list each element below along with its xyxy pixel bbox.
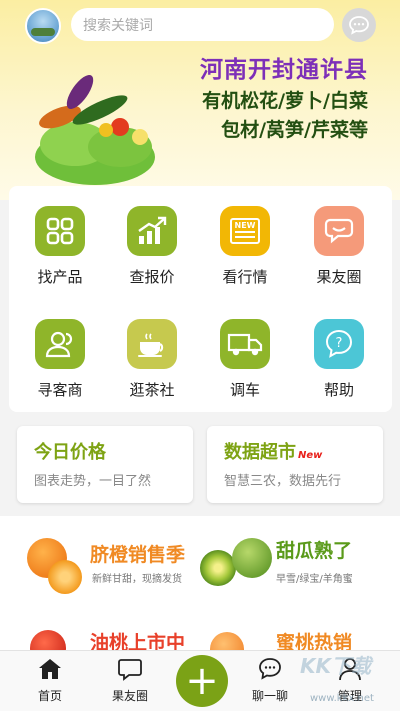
- data-market-title: 数据超市: [224, 442, 296, 463]
- chat-icon: [118, 659, 142, 681]
- grid-label: 看行情: [222, 268, 268, 286]
- watermark-url: www.kkx.net: [310, 693, 374, 704]
- new-badge: New: [298, 450, 323, 461]
- message-icon: [259, 658, 281, 680]
- grid-item-check-prices[interactable]: 查报价: [112, 206, 192, 287]
- chart-icon: [127, 206, 177, 256]
- grid-item-tea-house[interactable]: 逛茶社: [112, 319, 192, 400]
- search-input[interactable]: 搜索关键词: [71, 8, 334, 41]
- nav-chat[interactable]: 聊一聊: [240, 657, 300, 704]
- nav-home[interactable]: 首页: [20, 657, 80, 704]
- today-price-card[interactable]: 今日价格 图表走势，一目了然: [17, 426, 193, 503]
- nectarine-image: [30, 630, 66, 650]
- grid-item-find-products[interactable]: 找产品: [20, 206, 100, 287]
- melon-slice-image: [200, 550, 236, 586]
- promo-subtitle: 早雪/绿宝/羊角蜜: [276, 574, 353, 585]
- grid-item-dispatch-truck[interactable]: 调车: [205, 319, 285, 400]
- grid-item-market-news[interactable]: NEW 看行情: [205, 206, 285, 287]
- grid-icon: [35, 206, 85, 256]
- promo-title: 蜜桃热销: [276, 632, 353, 650]
- plus-icon: +: [185, 658, 219, 704]
- grid-item-find-merchants[interactable]: 寻客商: [20, 319, 100, 400]
- add-button[interactable]: +: [176, 655, 228, 707]
- banner-line-2: 有机松花/萝卜/白菜: [202, 90, 368, 112]
- news-icon: NEW: [220, 206, 270, 256]
- chat-bubbles-icon: [314, 206, 364, 256]
- banner-line-3: 包材/莴笋/芹菜等: [221, 119, 368, 141]
- banner-headline: 河南开封通许县 有机松花/萝卜/白菜 包材/莴笋/芹菜等: [200, 50, 368, 142]
- vegetables-image: [35, 74, 155, 185]
- grid-item-help[interactable]: ? 帮助: [299, 319, 379, 400]
- data-market-card[interactable]: 数据超市 New 智慧三农，数据先行: [207, 426, 383, 503]
- svg-text:?: ?: [336, 336, 343, 351]
- grid-label: 找产品: [37, 268, 83, 286]
- truck-icon: [220, 319, 270, 369]
- product-promotions: 脐橙销售季 新鲜甘甜，现摘发货 甜瓜熟了 早雪/绿宝/羊角蜜 油桃上市中 蜜桃热…: [0, 516, 400, 650]
- promo-title: 脐橙销售季: [90, 544, 186, 566]
- tea-cup-icon: [127, 319, 177, 369]
- message-button[interactable]: [342, 8, 376, 42]
- grid-label: 逛茶社: [129, 381, 175, 399]
- help-icon: ?: [314, 319, 364, 369]
- nav-label: 聊一聊: [251, 689, 288, 703]
- grid-label: 帮助: [323, 381, 354, 399]
- home-icon: [39, 659, 61, 679]
- banner-line-1: 河南开封通许县: [200, 57, 368, 83]
- person-icon: [35, 319, 85, 369]
- promo-subtitle: 新鲜甘甜，现摘发货: [92, 574, 182, 585]
- promo-title: 甜瓜熟了: [276, 540, 353, 562]
- avatar[interactable]: [25, 8, 61, 44]
- grid-label: 调车: [229, 381, 260, 399]
- grid-label: 查报价: [129, 268, 175, 286]
- grid-label: 果友圈: [316, 268, 362, 286]
- grid-item-fruit-circle[interactable]: 果友圈: [299, 206, 379, 287]
- peach-image: [210, 632, 244, 650]
- nav-label: 首页: [37, 689, 62, 703]
- data-market-subtitle: 智慧三农，数据先行: [224, 474, 342, 489]
- watermark: KK下载: [300, 654, 371, 678]
- today-price-subtitle: 图表走势，一目了然: [34, 474, 152, 489]
- today-price-title: 今日价格: [34, 442, 106, 463]
- chat-icon: [349, 16, 369, 35]
- orange-slice-image: [48, 560, 82, 594]
- promo-title: 油桃上市中: [90, 632, 186, 650]
- svg-text:NEW: NEW: [235, 221, 256, 230]
- search-placeholder: 搜索关键词: [83, 17, 153, 34]
- grid-label: 寻客商: [37, 381, 83, 399]
- melon-image: [232, 538, 272, 578]
- nav-label: 果友圈: [111, 689, 148, 703]
- function-grid: 找产品 查报价 NEW 看行情 果友圈 寻客商 逛茶社 调车 ? 帮助: [9, 186, 392, 412]
- nav-fruit-circle[interactable]: 果友圈: [100, 657, 160, 704]
